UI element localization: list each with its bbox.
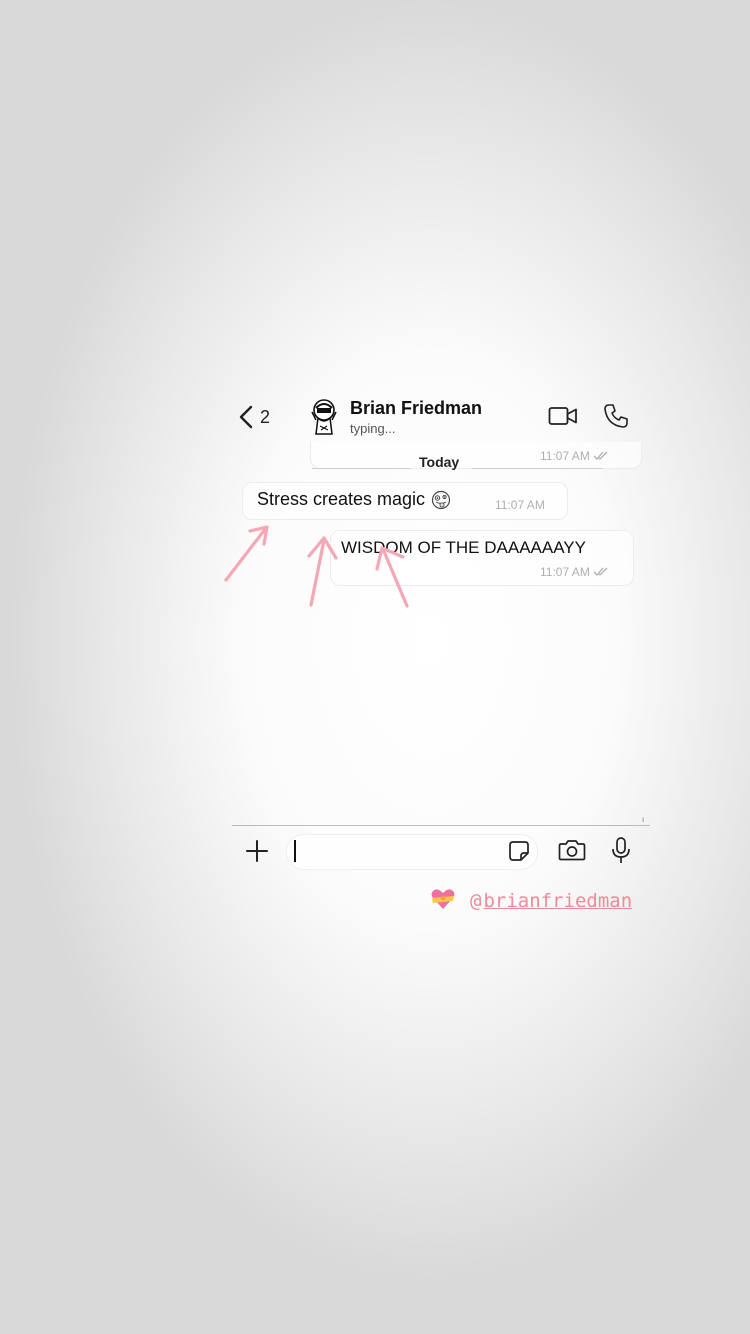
video-call-icon[interactable] <box>548 405 578 427</box>
contact-status: typing... <box>350 421 396 436</box>
arrow-annotation-1 <box>224 525 269 582</box>
contact-name[interactable]: Brian Friedman <box>350 398 482 419</box>
message-timestamp: 11:07 AM <box>540 449 609 463</box>
unread-count: 2 <box>260 406 271 427</box>
phone-icon[interactable] <box>603 403 629 429</box>
date-divider-line <box>472 468 602 469</box>
mention-handle: brianfriedman <box>483 890 633 912</box>
read-receipt-icon <box>593 567 608 576</box>
heart-with-ribbon-icon <box>431 889 455 909</box>
camera-icon[interactable] <box>558 838 586 862</box>
message-text-in: Stress creates magic <box>257 489 451 510</box>
date-divider-line <box>312 468 410 469</box>
user-mention[interactable]: @ brianfriedman <box>470 890 632 912</box>
back-button[interactable]: 2 <box>238 402 278 432</box>
annotation-arrows <box>224 525 409 608</box>
divider-mark: ı <box>642 815 645 824</box>
microphone-icon[interactable] <box>610 836 632 866</box>
zany-face-emoji-icon <box>431 490 451 509</box>
avatar[interactable] <box>306 396 342 436</box>
timestamp-text: 11:07 AM <box>540 565 590 579</box>
chevron-left-icon <box>239 405 253 429</box>
timestamp-text: 11:07 AM <box>495 498 545 512</box>
message-timestamp: 11:07 AM <box>540 565 609 579</box>
input-divider <box>232 825 650 826</box>
timestamp-text: 11:07 AM <box>540 449 590 463</box>
message-timestamp: 11:07 AM <box>495 498 545 512</box>
plus-icon[interactable] <box>244 838 270 864</box>
message-input[interactable] <box>286 834 538 870</box>
text-cursor <box>294 840 296 862</box>
read-receipt-icon <box>593 451 608 460</box>
date-label: Today <box>419 454 460 470</box>
sticker-icon[interactable] <box>508 840 530 862</box>
message-text-out: WISDOM OF THE DAAAAAAYY <box>341 538 586 557</box>
mention-at: @ <box>470 890 482 912</box>
message-text: Stress creates magic <box>257 489 426 509</box>
